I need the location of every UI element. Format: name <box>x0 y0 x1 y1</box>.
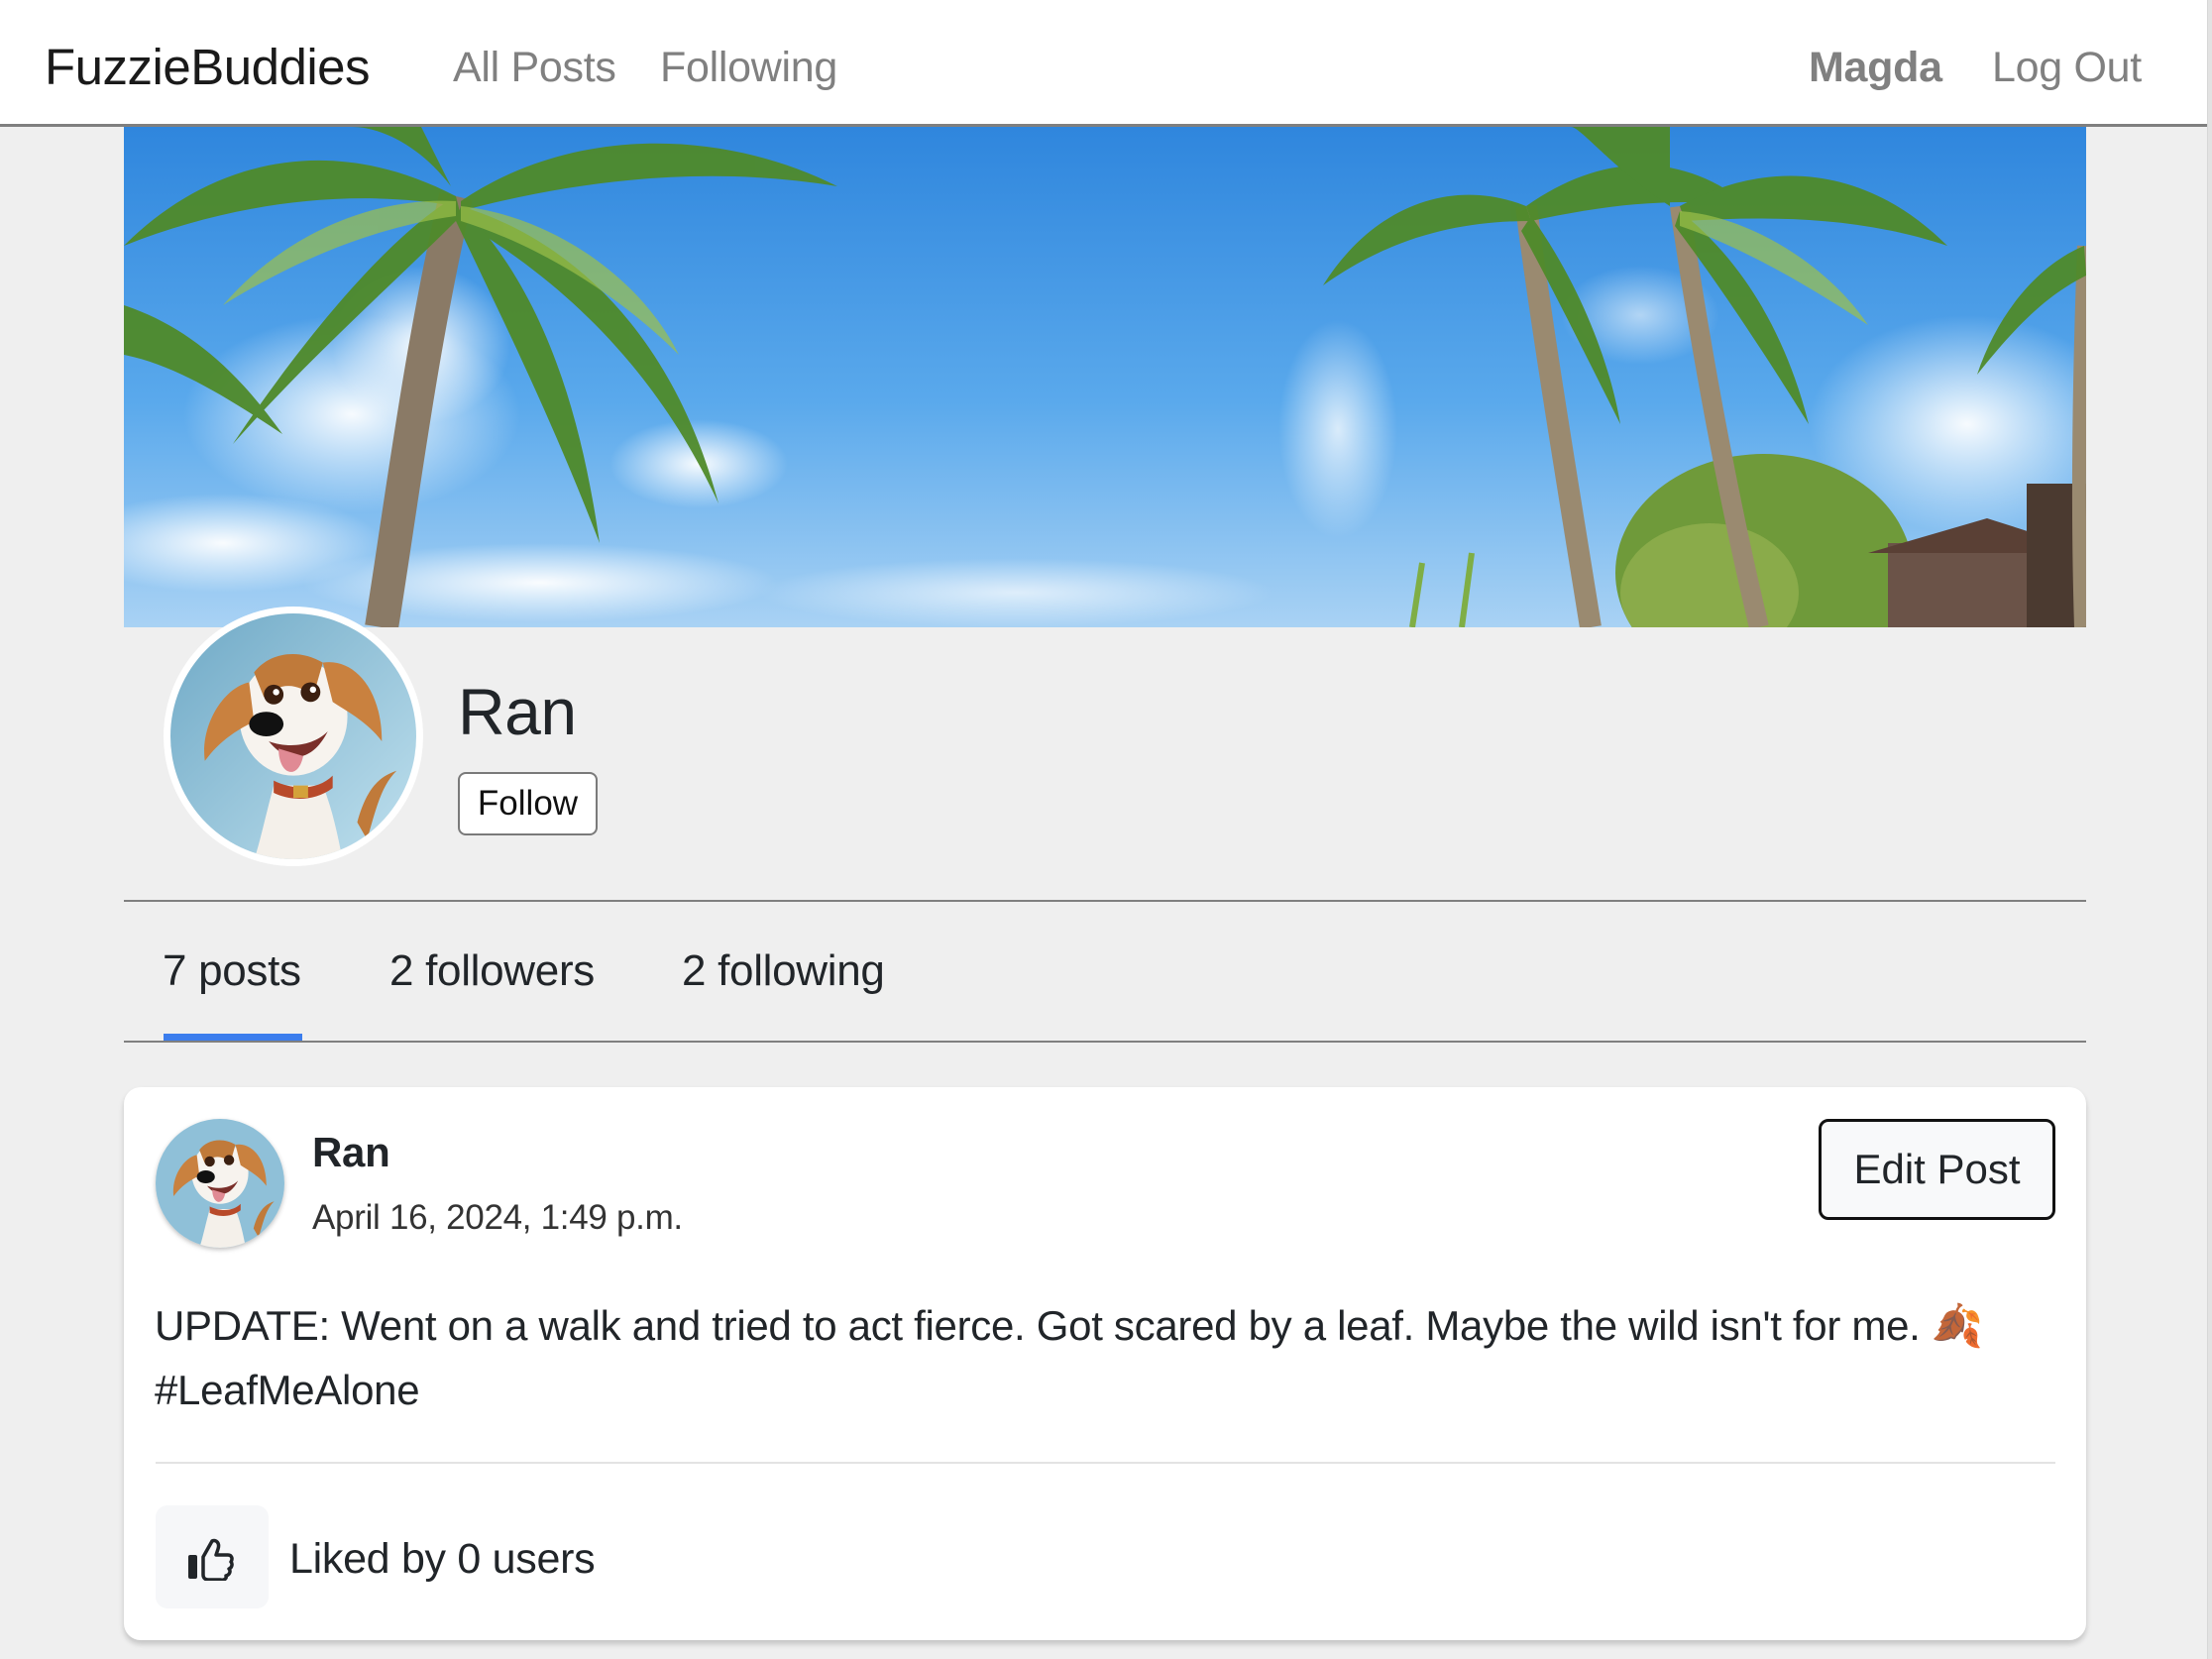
tab-followers[interactable]: 2 followers <box>389 946 595 996</box>
like-count-text: Liked by 0 users <box>289 1535 596 1583</box>
thumbs-up-icon <box>188 1538 234 1581</box>
post-body-text: UPDATE: Went on a walk and tried to act … <box>155 1302 1983 1413</box>
brand-logo-link[interactable]: FuzzieBuddies <box>45 38 371 96</box>
post-author-avatar[interactable] <box>156 1119 284 1248</box>
post-card: Ran April 16, 2024, 1:49 p.m. Edit Post … <box>124 1087 2086 1640</box>
tab-following[interactable]: 2 following <box>682 946 885 996</box>
tab-posts[interactable]: 7 posts <box>163 946 301 996</box>
page-scrollbar[interactable] <box>2207 0 2212 1659</box>
nav-log-out[interactable]: Log Out <box>1992 44 2142 92</box>
like-button[interactable] <box>156 1505 269 1608</box>
tabs-divider-top <box>124 900 2086 902</box>
dog-avatar-icon <box>170 613 416 859</box>
edit-post-button[interactable]: Edit Post <box>1819 1119 2055 1220</box>
tabs-divider-bottom <box>124 1041 2086 1043</box>
profile-avatar <box>164 607 423 866</box>
post-divider <box>156 1462 2055 1464</box>
top-navbar: FuzzieBuddies All Posts Following Magda … <box>0 0 2208 127</box>
post-timestamp: April 16, 2024, 1:49 p.m. <box>312 1198 683 1237</box>
nav-following[interactable]: Following <box>660 44 837 92</box>
post-author-name[interactable]: Ran <box>312 1129 390 1176</box>
profile-name: Ran <box>458 675 577 748</box>
nav-current-user[interactable]: Magda <box>1809 44 1942 92</box>
profile-banner <box>124 127 2086 627</box>
nav-all-posts[interactable]: All Posts <box>453 44 616 92</box>
dog-avatar-icon <box>156 1119 284 1248</box>
palm-beach-banner-image <box>124 127 2086 627</box>
follow-button[interactable]: Follow <box>458 772 598 835</box>
